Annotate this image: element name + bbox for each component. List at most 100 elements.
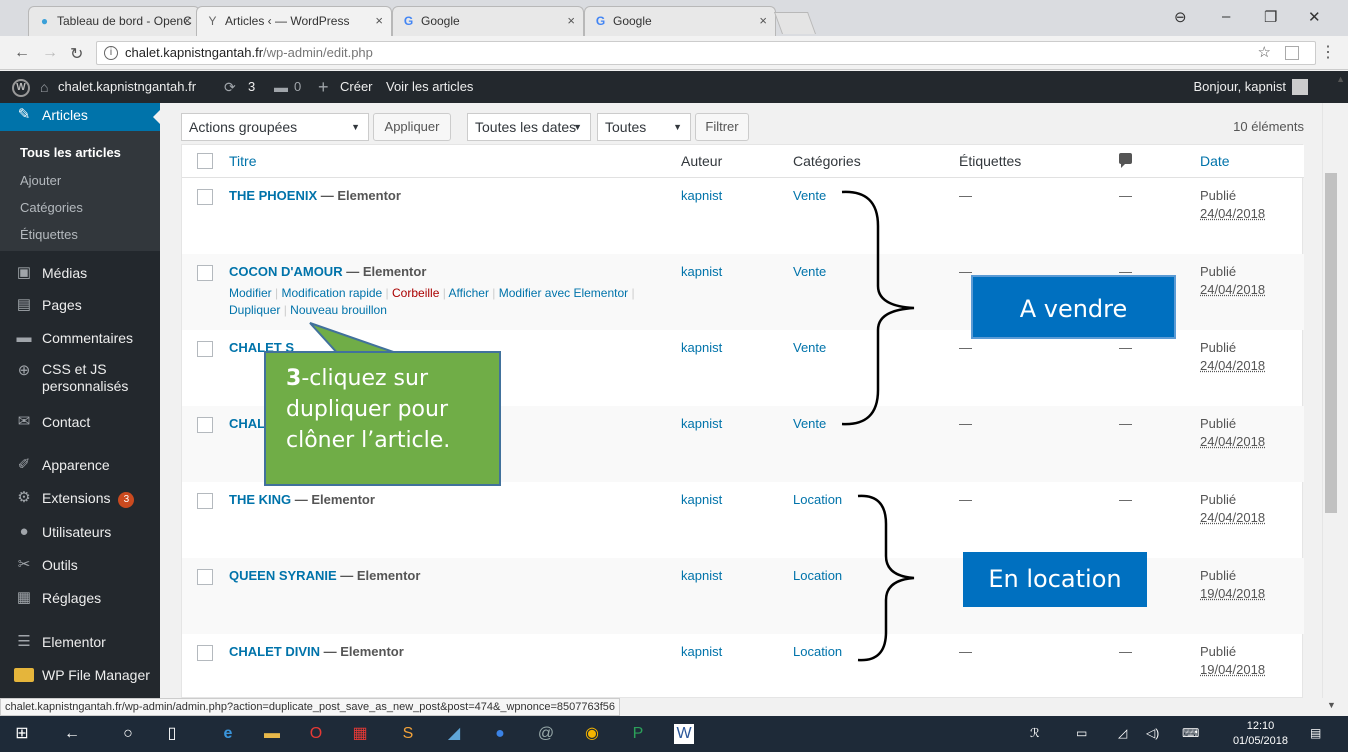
url-input[interactable]: i chalet.kapnistngantah.fr/wp-admin/edit… bbox=[96, 41, 1316, 65]
row-checkbox[interactable] bbox=[197, 341, 213, 357]
post-category[interactable]: Vente bbox=[793, 340, 826, 355]
minimize-icon[interactable]: – bbox=[1222, 8, 1230, 25]
back-arrow-icon[interactable]: ← bbox=[14, 44, 30, 62]
post-title-link[interactable]: THE PHOENIX bbox=[229, 188, 317, 203]
greeting-link[interactable]: Bonjour, kapnist bbox=[1193, 71, 1286, 103]
sidebar-item-comments[interactable]: ▬ Commentaires bbox=[0, 328, 160, 358]
system-clock[interactable]: 12:10 01/05/2018 bbox=[1233, 719, 1288, 749]
view-link[interactable]: Afficher bbox=[449, 286, 489, 300]
app-at-icon[interactable]: @ bbox=[536, 724, 556, 744]
sidebar-item-settings[interactable]: ▦ Réglages bbox=[0, 588, 160, 618]
site-name-link[interactable]: chalet.kapnistngantah.fr bbox=[58, 71, 196, 103]
post-title-link[interactable]: QUEEN SYRANIE bbox=[229, 568, 337, 583]
row-checkbox[interactable] bbox=[197, 189, 213, 205]
battery-icon[interactable]: ▭ bbox=[1076, 726, 1087, 740]
word-icon[interactable]: W bbox=[674, 724, 694, 744]
submenu-all-posts[interactable]: Tous les articles bbox=[20, 145, 121, 160]
sidebar-item-media[interactable]: ▣ Médias bbox=[0, 263, 160, 293]
post-author[interactable]: kapnist bbox=[681, 416, 722, 431]
close-icon[interactable]: × bbox=[567, 7, 575, 35]
gift-icon[interactable]: ▦ bbox=[350, 724, 370, 744]
edge-icon[interactable]: e bbox=[218, 724, 238, 744]
post-author[interactable]: kapnist bbox=[681, 340, 722, 355]
duplicate-link[interactable]: Dupliquer bbox=[229, 303, 280, 317]
row-checkbox[interactable] bbox=[197, 493, 213, 509]
post-category[interactable]: Location bbox=[793, 492, 842, 507]
comments-column-icon[interactable] bbox=[1119, 153, 1132, 168]
file-explorer-icon[interactable]: ▬ bbox=[262, 724, 282, 744]
sidebar-item-appearance[interactable]: ✐ Apparence bbox=[0, 455, 160, 485]
keyboard-icon[interactable]: ⌨ bbox=[1182, 726, 1199, 740]
post-author[interactable]: kapnist bbox=[681, 492, 722, 507]
post-title-link[interactable]: CHAL bbox=[229, 416, 265, 431]
updates-count[interactable]: 3 bbox=[248, 71, 255, 103]
app-icon[interactable]: ◢ bbox=[444, 724, 464, 744]
select-all-checkbox[interactable] bbox=[197, 153, 213, 169]
edit-link[interactable]: Modifier bbox=[229, 286, 272, 300]
new-draft-link[interactable]: Nouveau brouillon bbox=[290, 303, 387, 317]
post-category[interactable]: Location bbox=[793, 644, 842, 659]
sublime-icon[interactable]: S bbox=[398, 724, 418, 744]
view-posts-link[interactable]: Voir les articles bbox=[386, 71, 473, 103]
new-content-link[interactable]: Créer bbox=[340, 71, 373, 103]
post-author[interactable]: kapnist bbox=[681, 644, 722, 659]
dates-filter-select[interactable]: Toutes les dates ▼ bbox=[467, 113, 591, 141]
bookmark-star-icon[interactable]: ☆ bbox=[1258, 42, 1271, 64]
sidebar-item-css-js[interactable]: ⊕ CSS et JS personnalisés bbox=[0, 361, 160, 403]
row-checkbox[interactable] bbox=[197, 265, 213, 281]
opera-icon[interactable]: O bbox=[306, 724, 326, 744]
category-filter-select[interactable]: Toutes ▼ bbox=[597, 113, 691, 141]
wifi-icon[interactable]: ◿ bbox=[1118, 726, 1127, 740]
edit-with-elementor-link[interactable]: Modifier avec Elementor bbox=[499, 286, 628, 300]
sidebar-item-tools[interactable]: ✂ Outils bbox=[0, 555, 160, 585]
sidebar-item-elementor[interactable]: ☰ Elementor bbox=[0, 632, 160, 662]
post-category[interactable]: Vente bbox=[793, 416, 826, 431]
post-author[interactable]: kapnist bbox=[681, 264, 722, 279]
scroll-up-arrow-icon[interactable]: ▲ bbox=[1336, 74, 1345, 84]
app-blue-icon[interactable]: ● bbox=[490, 724, 510, 744]
sidebar-item-articles[interactable]: ✎ Articles bbox=[0, 103, 161, 131]
avatar[interactable] bbox=[1292, 79, 1308, 95]
reload-icon[interactable]: ↻ bbox=[70, 44, 83, 64]
sidebar-item-contact[interactable]: ✉ Contact bbox=[0, 412, 160, 442]
post-title-link[interactable]: CHALET DIVIN bbox=[229, 644, 320, 659]
new-tab-button[interactable] bbox=[773, 12, 817, 34]
row-checkbox[interactable] bbox=[197, 417, 213, 433]
sidebar-item-extensions[interactable]: ⚙ Extensions 3 bbox=[0, 488, 160, 518]
comments-count[interactable]: 0 bbox=[294, 71, 301, 103]
scroll-down-arrow-icon[interactable]: ▼ bbox=[1327, 700, 1336, 710]
people-icon[interactable]: ℛ bbox=[1030, 726, 1040, 740]
post-category[interactable]: Location bbox=[793, 568, 842, 583]
info-icon[interactable]: i bbox=[104, 46, 118, 60]
post-author[interactable]: kapnist bbox=[681, 568, 722, 583]
submenu-tags[interactable]: Étiquettes bbox=[20, 227, 78, 242]
extension-icon[interactable] bbox=[1285, 46, 1299, 60]
header-title[interactable]: Titre bbox=[229, 153, 256, 169]
volume-icon[interactable]: ◁) bbox=[1146, 726, 1159, 740]
post-author[interactable]: kapnist bbox=[681, 188, 722, 203]
bulk-actions-select[interactable]: Actions groupées ▼ bbox=[181, 113, 369, 141]
submenu-categories[interactable]: Catégories bbox=[20, 200, 83, 215]
maximize-icon[interactable]: ❐ bbox=[1264, 8, 1277, 26]
close-icon[interactable]: × bbox=[759, 7, 767, 35]
tab-wordpress[interactable]: Y Articles ‹ — WordPress × bbox=[196, 6, 392, 36]
page-scrollbar[interactable] bbox=[1322, 103, 1338, 698]
chrome-icon[interactable]: ◉ bbox=[582, 724, 602, 744]
tab-opencart[interactable]: ● Tableau de bord - OpenC × bbox=[28, 6, 200, 36]
header-date[interactable]: Date bbox=[1200, 153, 1230, 169]
tab-google-2[interactable]: G Google × bbox=[584, 6, 776, 36]
post-category[interactable]: Vente bbox=[793, 264, 826, 279]
post-title-link[interactable]: COCON D'AMOUR bbox=[229, 264, 343, 279]
wordpress-logo-icon[interactable]: W bbox=[12, 79, 30, 97]
task-view-icon[interactable]: ▯ bbox=[162, 724, 182, 744]
tab-google-1[interactable]: G Google × bbox=[392, 6, 584, 36]
apply-button[interactable]: Appliquer bbox=[373, 113, 451, 141]
close-icon[interactable]: × bbox=[183, 7, 191, 35]
row-checkbox[interactable] bbox=[197, 645, 213, 661]
submenu-add[interactable]: Ajouter bbox=[20, 173, 61, 188]
filter-button[interactable]: Filtrer bbox=[695, 113, 749, 141]
notifications-icon[interactable]: ▤ bbox=[1310, 726, 1321, 740]
sidebar-item-pages[interactable]: ▤ Pages bbox=[0, 295, 160, 325]
forward-arrow-icon[interactable]: → bbox=[42, 44, 58, 62]
sidebar-item-users[interactable]: ● Utilisateurs bbox=[0, 522, 160, 552]
